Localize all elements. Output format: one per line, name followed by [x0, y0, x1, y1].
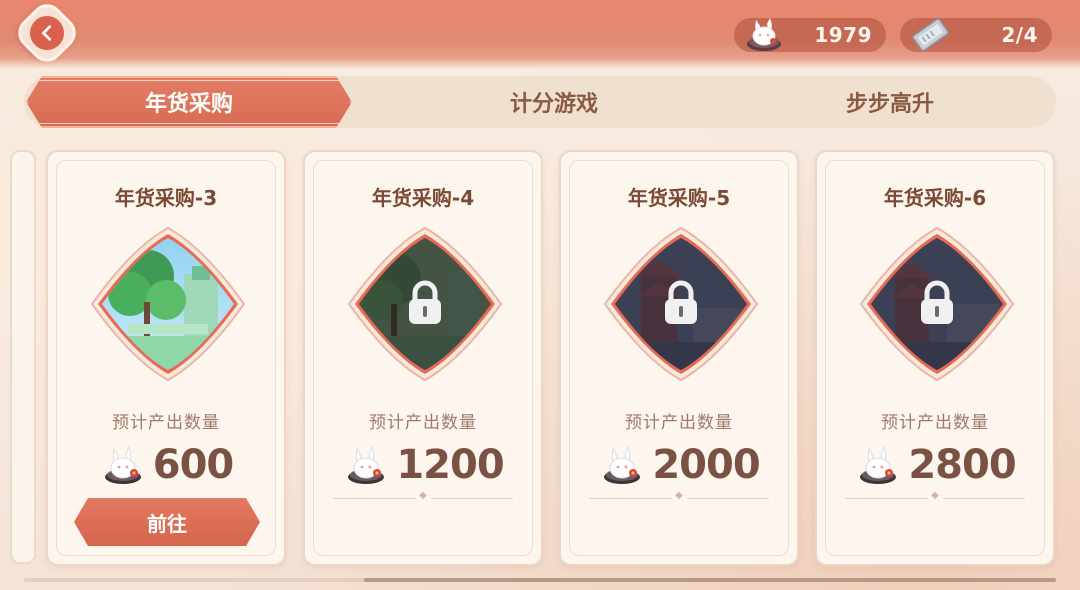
rabbit-coin-counter[interactable]: 1979: [734, 18, 886, 52]
card-title: 年货采购-3: [114, 186, 218, 210]
lock-icon: [665, 280, 697, 324]
stage-preview-image: [90, 226, 246, 382]
ticket-value: 2/4: [1001, 23, 1038, 47]
go-button[interactable]: 前往: [74, 498, 260, 546]
rabbit-coin-value: 1979: [814, 23, 872, 47]
expected-output-row: 1200: [305, 438, 541, 492]
ticket-icon: [912, 18, 949, 52]
tab-new-year-shopping[interactable]: 年货采购: [26, 76, 352, 128]
card-divider: [589, 498, 769, 499]
card-divider: [845, 498, 1025, 499]
expected-output-amount: 1200: [396, 442, 504, 488]
horizontal-scrollbar[interactable]: [24, 578, 1056, 582]
rabbit-coin-icon: [860, 445, 897, 484]
rabbit-coin-icon: [348, 445, 385, 484]
ticket-counter[interactable]: 2/4: [900, 18, 1052, 52]
card-divider: [333, 498, 513, 499]
expected-output-label: 预计产出数量: [881, 413, 989, 433]
expected-output-row: 2800: [817, 438, 1053, 492]
tab-label: 计分游戏: [509, 92, 598, 117]
expected-output-row: 2000: [561, 438, 797, 492]
expected-output-amount: 2800: [908, 442, 1016, 488]
go-button-label: 前往: [147, 511, 187, 536]
expected-output-label: 预计产出数量: [625, 413, 733, 433]
expected-output-label: 预计产出数量: [112, 413, 220, 433]
scrollbar-thumb[interactable]: [364, 578, 1056, 582]
rabbit-coin-icon: [604, 445, 641, 484]
card-title: 年货采购-4: [371, 186, 475, 210]
tab-step-up[interactable]: 步步高升: [724, 76, 1056, 128]
card-title: 年货采购-5: [627, 186, 731, 210]
tab-bar: 年货采购 计分游戏 步步高升: [24, 76, 1056, 128]
tab-score-game[interactable]: 计分游戏: [384, 76, 724, 128]
expected-output-row: 600: [48, 438, 284, 492]
tab-label: 年货采购: [144, 92, 233, 117]
stage-card[interactable]: 年货采购-5 预计产出数量 2000 ◆: [559, 150, 799, 566]
stage-card[interactable]: 年货采购-3 预计产出数量 600 前往: [46, 150, 286, 566]
lock-icon: [921, 280, 953, 324]
rabbit-coin-icon: [747, 18, 781, 51]
expected-output-amount: 2000: [652, 442, 760, 488]
stage-card[interactable]: 年货采购-6 预计产出数量 2800 ◆: [815, 150, 1055, 566]
chevron-left-icon: [42, 25, 52, 41]
expected-output-amount: 600: [152, 442, 234, 488]
expected-output-label: 预计产出数量: [369, 413, 477, 433]
card-title: 年货采购-6: [883, 186, 987, 210]
previous-card-edge: [10, 150, 36, 564]
rabbit-coin-icon: [104, 445, 141, 484]
back-button[interactable]: [11, 0, 83, 69]
lock-icon: [409, 280, 441, 324]
stage-card[interactable]: 年货采购-4 预计产出数量 1200 ◆: [303, 150, 543, 566]
tab-label: 步步高升: [845, 92, 934, 117]
top-bar: 1979 2/4: [0, 0, 1080, 69]
